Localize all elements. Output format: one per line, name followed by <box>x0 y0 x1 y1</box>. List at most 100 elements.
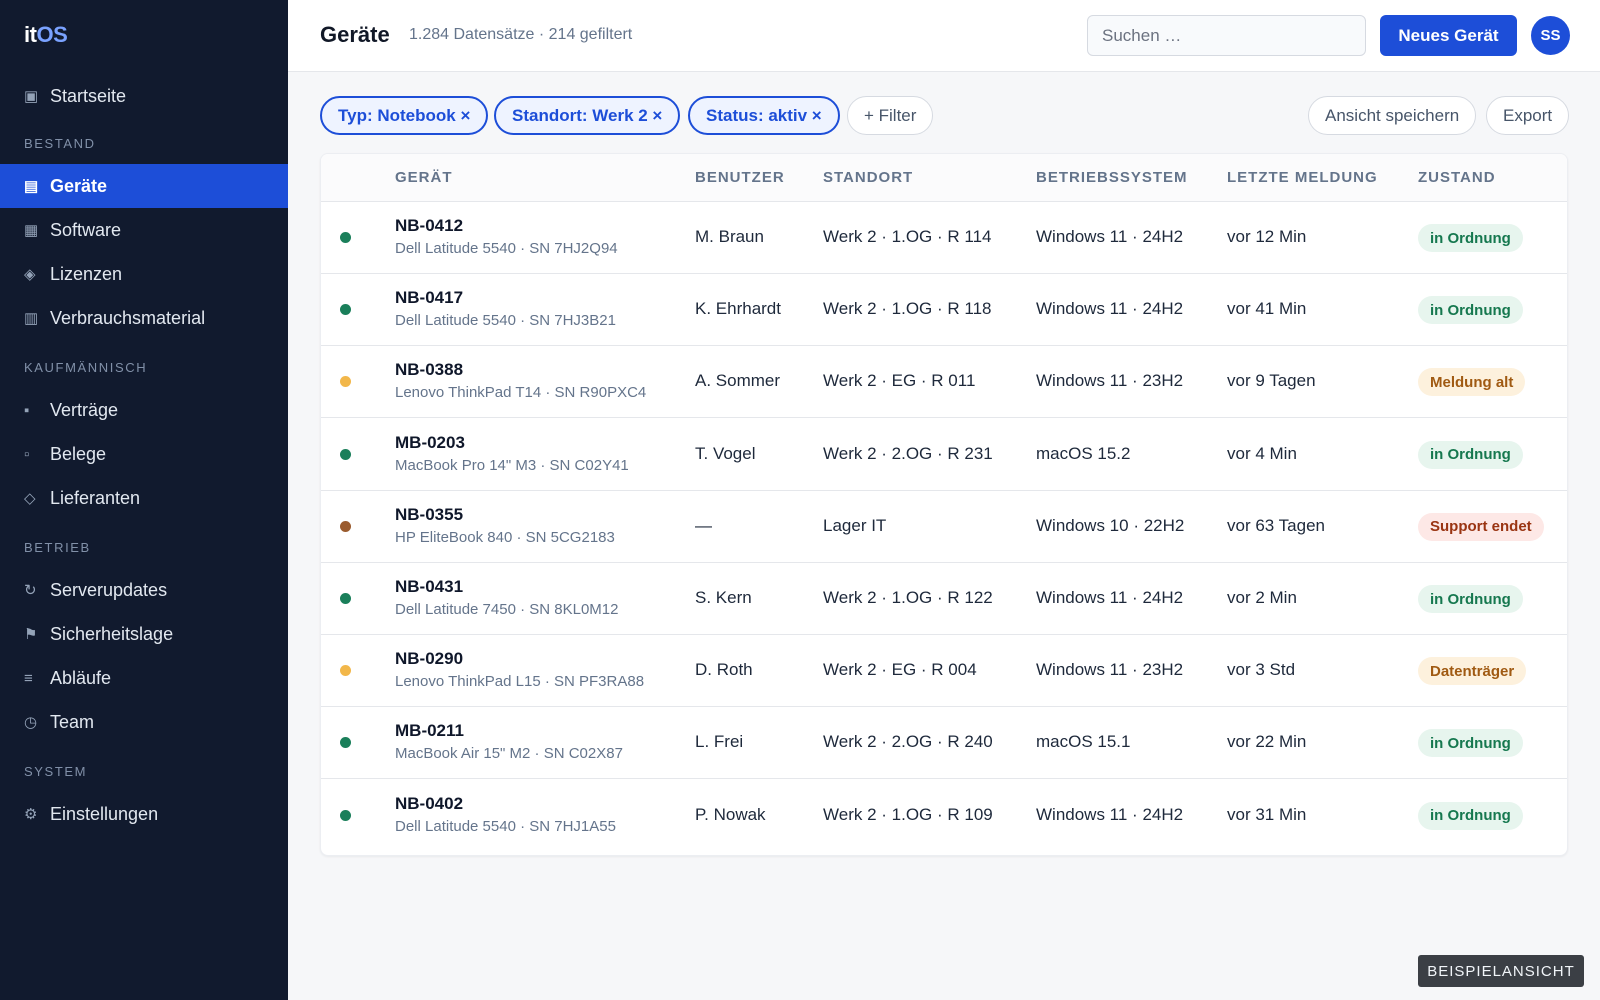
device-last-report: vor 41 Min <box>1227 299 1307 319</box>
table-row[interactable]: NB-0431 Dell Latitude 7450 · SN 8KL0M12 … <box>321 563 1567 635</box>
device-id[interactable]: NB-0431 <box>395 577 463 597</box>
sidebar-item-team[interactable]: ◷ Team <box>0 700 288 744</box>
filter-chip-status[interactable]: Status: aktiv × <box>688 96 840 135</box>
device-model-serial: MacBook Air 15" M2 · SN C02X87 <box>395 745 623 763</box>
device-id[interactable]: NB-0417 <box>395 288 463 308</box>
logo-text-os: OS <box>36 22 68 47</box>
device-model-serial: MacBook Pro 14" M3 · SN C02Y41 <box>395 456 629 474</box>
device-location: Werk 2 · 1.OG · R 118 <box>823 299 992 319</box>
status-badge: in Ordnung <box>1418 440 1523 469</box>
sidebar-item-label: Abläufe <box>50 667 112 688</box>
sidebar-item-ablaeufe[interactable]: ≡ Abläufe <box>0 656 288 700</box>
table-row[interactable]: NB-0290 Lenovo ThinkPad L15 · SN PF3RA88… <box>321 635 1567 708</box>
device-id[interactable]: MB-0211 <box>395 721 464 741</box>
add-filter-button[interactable]: + Filter <box>847 96 934 135</box>
sidebar-item-label: Startseite <box>50 85 127 106</box>
sidebar-item-verbrauchsmaterial[interactable]: ▥ Verbrauchsmaterial <box>0 296 288 340</box>
status-dot-icon <box>340 376 351 388</box>
device-id[interactable]: NB-0388 <box>395 360 463 380</box>
column-header-user[interactable]: Benutzer <box>695 169 785 186</box>
table-row[interactable]: NB-0417 Dell Latitude 5540 · SN 7HJ3B21 … <box>321 274 1567 347</box>
table-row[interactable]: NB-0402 Dell Latitude 5540 · SN 7HJ1A55 … <box>321 780 1567 852</box>
device-last-report: vor 31 Min <box>1227 804 1307 824</box>
export-button[interactable]: Export <box>1486 96 1570 135</box>
column-header-location[interactable]: Standort <box>823 169 913 186</box>
device-model-serial: Dell Latitude 5540 · SN 7HJ3B21 <box>395 312 616 330</box>
device-os: Windows 10 · 22H2 <box>1036 515 1185 535</box>
software-icon: ▦ <box>24 222 39 239</box>
vertraege-icon: ▪ <box>24 401 30 419</box>
status-badge: Support endet <box>1418 512 1544 541</box>
app-logo[interactable]: itOS <box>24 22 68 48</box>
device-user: A. Sommer <box>695 371 781 391</box>
table-row[interactable]: NB-0412 Dell Latitude 5540 · SN 7HJ2Q94 … <box>321 202 1567 274</box>
sidebar-item-vertraege[interactable]: ▪ Verträge <box>0 388 288 432</box>
device-os: Windows 11 · 23H2 <box>1036 371 1184 391</box>
status-badge: in Ordnung <box>1418 296 1523 325</box>
column-header-last-report[interactable]: Letzte Meldung <box>1227 169 1378 186</box>
status-badge: in Ordnung <box>1418 224 1523 252</box>
status-dot-icon <box>340 232 351 243</box>
sidebar-item-einstellungen[interactable]: ⚙ Einstellungen <box>0 792 288 836</box>
device-last-report: vor 22 Min <box>1227 732 1307 752</box>
status-dot-icon <box>340 448 351 460</box>
filter-chip-type[interactable]: Typ: Notebook × <box>320 96 489 135</box>
sidebar-item-label: Lieferanten <box>50 487 141 508</box>
filter-chip-location[interactable]: Standort: Werk 2 × <box>494 96 681 135</box>
sidebar-item-lieferanten[interactable]: ◇ Lieferanten <box>0 476 288 520</box>
new-device-button[interactable]: Neues Gerät <box>1380 15 1517 56</box>
device-id[interactable]: NB-0412 <box>395 216 463 236</box>
status-badge: Meldung alt <box>1418 368 1526 397</box>
sidebar-item-label: Belege <box>50 443 107 464</box>
sidebar-item-label: Lizenzen <box>50 263 123 284</box>
belege-icon: ▫ <box>24 445 30 463</box>
sidebar-item-serverupdates[interactable]: ↻ Serverupdates <box>0 568 288 612</box>
device-id[interactable]: NB-0355 <box>395 505 463 525</box>
status-dot-icon <box>340 665 351 677</box>
status-dot-icon <box>340 737 351 749</box>
table-row[interactable]: NB-0388 Lenovo ThinkPad T14 · SN R90PXC4… <box>321 346 1567 419</box>
team-icon: ◷ <box>24 714 38 731</box>
sample-view-watermark: BEISPIELANSICHT <box>1418 955 1584 987</box>
device-model-serial: Dell Latitude 5540 · SN 7HJ1A55 <box>395 817 616 835</box>
device-location: Werk 2 · 2.OG · R 231 <box>823 443 993 463</box>
sidebar-item-lizenzen[interactable]: ◈ Lizenzen <box>0 252 288 296</box>
device-id[interactable]: NB-0402 <box>395 794 463 814</box>
table-row[interactable]: MB-0203 MacBook Pro 14" M3 · SN C02Y41 T… <box>321 419 1567 491</box>
geraete-icon: ▤ <box>24 178 39 195</box>
sidebar-section-label: Bestand <box>24 136 96 151</box>
search-input[interactable] <box>1087 15 1366 56</box>
device-location: Werk 2 · EG · R 004 <box>823 660 977 680</box>
device-location: Werk 2 · 1.OG · R 109 <box>823 804 993 824</box>
lieferanten-icon: ◇ <box>24 490 36 507</box>
device-user: M. Braun <box>695 227 764 246</box>
sidebar-item-belege[interactable]: ▫ Belege <box>0 432 288 476</box>
device-id[interactable]: MB-0203 <box>395 433 465 453</box>
column-header-device[interactable]: Gerät <box>395 169 453 186</box>
sidebar-item-startseite[interactable]: ▣ Startseite <box>0 74 288 118</box>
sidebar-item-label: Einstellungen <box>50 803 159 824</box>
logo-text-it: it <box>24 22 37 47</box>
status-dot-icon <box>340 304 351 316</box>
save-view-button[interactable]: Ansicht speichern <box>1308 96 1477 135</box>
sidebar-item-geraete[interactable]: ▤ Geräte <box>0 164 288 208</box>
column-header-os[interactable]: Betriebssystem <box>1036 169 1188 186</box>
device-os: macOS 15.2 <box>1036 443 1131 463</box>
device-location: Lager IT <box>823 515 887 535</box>
device-user: — <box>695 515 712 535</box>
verbrauchsmaterial-icon: ▥ <box>24 310 39 327</box>
device-location: Werk 2 · 2.OG · R 240 <box>823 732 993 752</box>
device-user: P. Nowak <box>695 804 766 824</box>
sidebar-section-label: System <box>24 764 88 779</box>
device-user: D. Roth <box>695 660 753 680</box>
devices-table: Gerät Benutzer Standort Betriebssystem L… <box>320 153 1568 856</box>
table-row[interactable]: MB-0211 MacBook Air 15" M2 · SN C02X87 L… <box>321 707 1567 780</box>
device-user: T. Vogel <box>695 443 756 463</box>
table-row[interactable]: NB-0355 HP EliteBook 840 · SN 5CG2183 — … <box>321 491 1567 563</box>
column-header-state[interactable]: Zustand <box>1418 169 1496 186</box>
device-id[interactable]: NB-0290 <box>395 649 463 669</box>
user-avatar[interactable]: SS <box>1531 16 1570 55</box>
sidebar-item-sicherheitslage[interactable]: ⚑ Sicherheitslage <box>0 612 288 656</box>
ablaeufe-icon: ≡ <box>24 669 33 687</box>
sidebar-item-software[interactable]: ▦ Software <box>0 208 288 252</box>
